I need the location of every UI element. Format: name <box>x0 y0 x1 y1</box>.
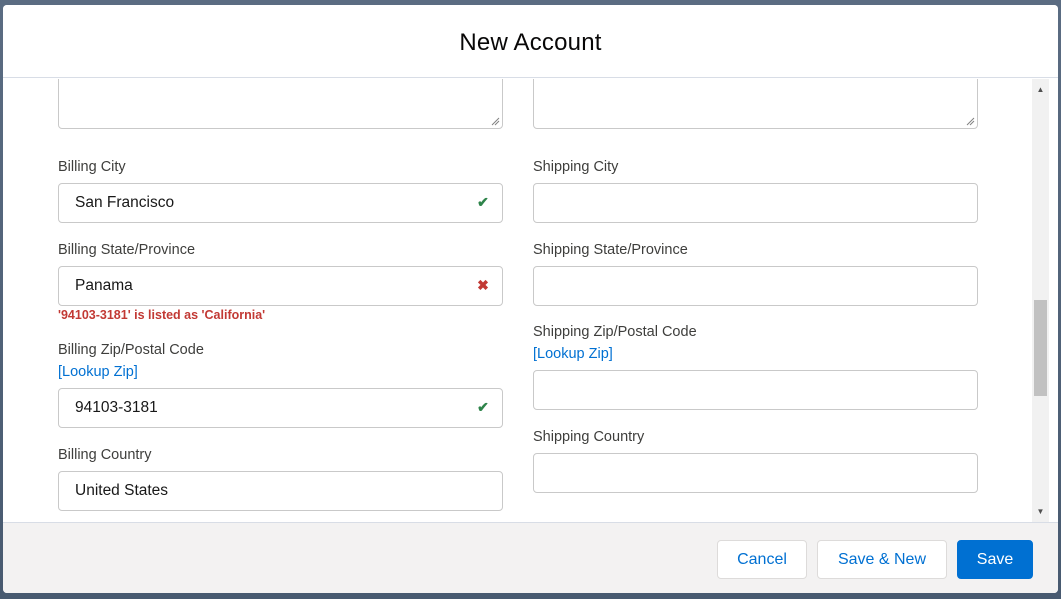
scroll-up-icon[interactable]: ▲ <box>1032 81 1049 98</box>
shipping-street-textarea[interactable] <box>533 79 978 129</box>
shipping-country-label: Shipping Country <box>533 429 645 445</box>
billing-country-input[interactable]: United States <box>58 471 503 511</box>
close-icon: ✖ <box>477 277 489 293</box>
shipping-zip-input[interactable] <box>533 370 978 410</box>
billing-city-value: San Francisco <box>75 194 175 211</box>
shipping-state-label: Shipping State/Province <box>533 242 688 258</box>
billing-country-value: United States <box>75 482 169 499</box>
billing-country-label: Billing Country <box>58 447 152 463</box>
billing-state-error: '94103-3181' is listed as 'California' <box>58 308 266 322</box>
modal-scrollbar[interactable]: ▲ ▼ <box>1032 79 1049 522</box>
save-button[interactable]: Save <box>957 540 1033 579</box>
billing-street-textarea[interactable] <box>58 79 503 129</box>
new-account-modal: New Account Billing City San Francisco ✔… <box>3 5 1058 593</box>
billing-zip-value: 94103-3181 <box>75 399 158 416</box>
shipping-city-label: Shipping City <box>533 159 619 175</box>
modal-header: New Account <box>3 5 1058 78</box>
shipping-zip-label: Shipping Zip/Postal Code <box>533 324 697 340</box>
billing-city-label: Billing City <box>58 159 126 175</box>
billing-state-label: Billing State/Province <box>58 242 196 258</box>
modal-title: New Account <box>459 29 602 56</box>
shipping-city-input[interactable] <box>533 183 978 223</box>
scroll-thumb[interactable] <box>1034 300 1047 396</box>
check-icon: ✔ <box>477 194 489 210</box>
billing-state-input[interactable]: Panama ✖ <box>58 266 503 306</box>
billing-lookup-zip-link[interactable]: [Lookup Zip] <box>58 364 138 380</box>
shipping-lookup-zip-link[interactable]: [Lookup Zip] <box>533 346 613 362</box>
modal-footer: Cancel Save & New Save <box>3 522 1058 593</box>
resize-grip-icon[interactable] <box>965 116 975 126</box>
scroll-down-icon[interactable]: ▼ <box>1032 503 1049 520</box>
save-and-new-button[interactable]: Save & New <box>817 540 947 579</box>
shipping-state-input[interactable] <box>533 266 978 306</box>
billing-state-value: Panama <box>75 277 133 294</box>
billing-zip-label: Billing Zip/Postal Code <box>58 342 204 358</box>
resize-grip-icon[interactable] <box>490 116 500 126</box>
billing-zip-input[interactable]: 94103-3181 ✔ <box>58 388 503 428</box>
shipping-country-input[interactable] <box>533 453 978 493</box>
check-icon: ✔ <box>477 399 489 415</box>
cancel-button[interactable]: Cancel <box>717 540 807 579</box>
modal-body[interactable]: Billing City San Francisco ✔ Billing Sta… <box>3 79 1058 522</box>
billing-city-input[interactable]: San Francisco ✔ <box>58 183 503 223</box>
